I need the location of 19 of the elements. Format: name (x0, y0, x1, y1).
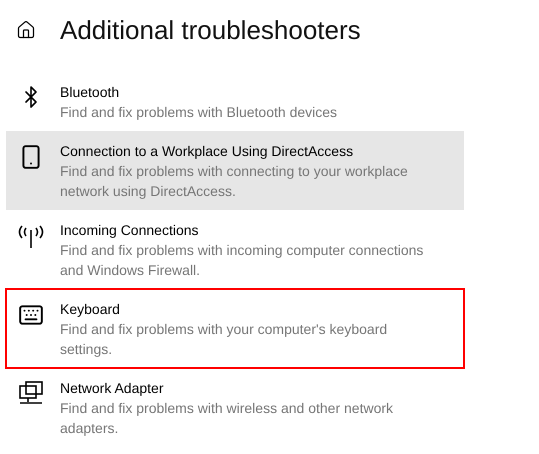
item-description: Find and fix problems with wireless and other network adapters. (60, 399, 394, 438)
troubleshooter-item[interactable]: Keyboard Find and fix problems with your computer's keyboard settings. (6, 289, 464, 368)
troubleshooter-item[interactable]: Bluetooth Find and fix problems with Bluetooth devices (6, 72, 464, 131)
item-description: Find and fix problems with incoming computer connections and Windows Firewall. (60, 241, 424, 280)
troubleshooter-item[interactable]: Connection to a Workplace Using DirectAccess Find and fix problems with connecting to your workplace network using DirectAccess. (6, 131, 464, 210)
item-description: Find and fix problems with connecting to your workplace network using DirectAccess. (60, 162, 409, 201)
item-name: Connection to a Workplace Using DirectAccess (60, 142, 354, 161)
item-description: Find and fix problems with Bluetooth devices (60, 103, 338, 122)
troubleshooter-item[interactable]: Network Adapter Find and fix problems with wireless and other network adapters. (6, 368, 464, 447)
item-name: Bluetooth (60, 83, 120, 102)
page-title: Additional troubleshooters (60, 14, 361, 46)
item-name: Incoming Connections (60, 221, 200, 240)
item-name: Network Adapter (60, 379, 164, 398)
antenna-icon (17, 223, 45, 249)
home-icon[interactable] (16, 20, 36, 40)
item-description: Find and fix problems with your computer's keyboard settings. (60, 320, 388, 359)
troubleshooter-item[interactable]: Incoming Connections Find and fix problems with incoming computer connections and Windows Firewall. (6, 210, 464, 289)
network-icon (18, 381, 44, 407)
item-name: Keyboard (60, 300, 121, 319)
